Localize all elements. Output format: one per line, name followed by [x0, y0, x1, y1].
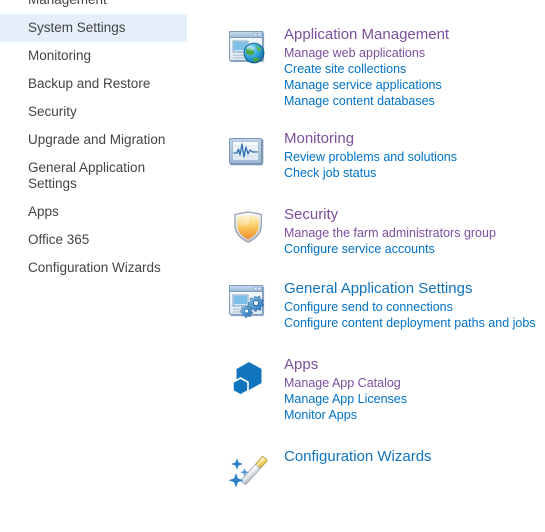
- window-globe-icon: [226, 27, 272, 71]
- link-manage-service-applications[interactable]: Manage service applications: [284, 77, 545, 93]
- sidebar-item-security[interactable]: Security: [0, 98, 190, 126]
- sidebar-item-backup-and-restore[interactable]: Backup and Restore: [0, 70, 190, 98]
- section-links-general-application-settings: Configure send to connections Configure c…: [284, 299, 545, 331]
- magic-wand-icon: [226, 449, 272, 493]
- section-links-apps: Manage App Catalog Manage App Licenses Mon…: [284, 375, 545, 423]
- sidebar-item-system-settings[interactable]: System Settings: [0, 14, 187, 42]
- section-links-monitoring: Review problems and solutions Check job s…: [284, 149, 545, 181]
- sidebar-item-configuration-wizards[interactable]: Configuration Wizards: [0, 254, 190, 282]
- sidebar-item-office-365[interactable]: Office 365: [0, 226, 190, 254]
- sidebar-item-upgrade-and-migration[interactable]: Upgrade and Migration: [0, 126, 190, 154]
- link-manage-content-databases[interactable]: Manage content databases: [284, 93, 545, 109]
- sidebar: ManagementSystem SettingsMonitoringBacku…: [0, 0, 190, 532]
- section-monitoring: Monitoring Review problems and solutions C…: [222, 129, 545, 181]
- window-gears-icon: [226, 281, 272, 325]
- shield-icon: [226, 207, 272, 251]
- link-manage-web-applications[interactable]: Manage web applications: [284, 45, 545, 61]
- link-configure-content-deployment-paths-and-jobs[interactable]: Configure content deployment paths and j…: [284, 315, 545, 331]
- sidebar-item-monitoring[interactable]: Monitoring: [0, 42, 190, 70]
- sidebar-item-general-application-settings[interactable]: General Application Settings: [0, 154, 190, 198]
- section-links-security: Manage the farm administrators group Conf…: [284, 225, 545, 257]
- section-title-general-application-settings[interactable]: General Application Settings: [284, 279, 545, 298]
- main-content: Application Management Manage web applica…: [222, 0, 545, 532]
- link-manage-app-licenses[interactable]: Manage App Licenses: [284, 391, 545, 407]
- section-apps: Apps Manage App Catalog Manage App License…: [222, 355, 545, 423]
- link-configure-service-accounts[interactable]: Configure service accounts: [284, 241, 545, 257]
- section-configuration-wizards: Configuration Wizards: [222, 447, 545, 488]
- section-links-application-management: Manage web applications Create site colle…: [284, 45, 545, 109]
- section-application-management: Application Management Manage web applica…: [222, 25, 545, 109]
- section-list: Application Management Manage web applica…: [222, 25, 545, 488]
- hexagon-cube-icon: [226, 357, 272, 401]
- link-configure-send-to-connections[interactable]: Configure send to connections: [284, 299, 545, 315]
- section-title-monitoring[interactable]: Monitoring: [284, 129, 545, 148]
- sidebar-item-management[interactable]: Management: [0, 0, 190, 14]
- link-manage-app-catalog[interactable]: Manage App Catalog: [284, 375, 545, 391]
- link-create-site-collections[interactable]: Create site collections: [284, 61, 545, 77]
- link-review-problems-and-solutions[interactable]: Review problems and solutions: [284, 149, 545, 165]
- section-title-apps[interactable]: Apps: [284, 355, 545, 374]
- monitor-chart-icon: [226, 131, 272, 175]
- sidebar-item-apps[interactable]: Apps: [0, 198, 190, 226]
- link-check-job-status[interactable]: Check job status: [284, 165, 545, 181]
- link-monitor-apps[interactable]: Monitor Apps: [284, 407, 545, 423]
- section-general-application-settings: General Application Settings Configure se…: [222, 279, 545, 331]
- section-security: Security Manage the farm administrators g…: [222, 205, 545, 257]
- sidebar-nav-list: ManagementSystem SettingsMonitoringBacku…: [0, 0, 190, 282]
- section-title-security[interactable]: Security: [284, 205, 545, 224]
- section-title-application-management[interactable]: Application Management: [284, 25, 545, 44]
- section-title-configuration-wizards[interactable]: Configuration Wizards: [284, 447, 545, 466]
- link-manage-the-farm-administrators-group[interactable]: Manage the farm administrators group: [284, 225, 545, 241]
